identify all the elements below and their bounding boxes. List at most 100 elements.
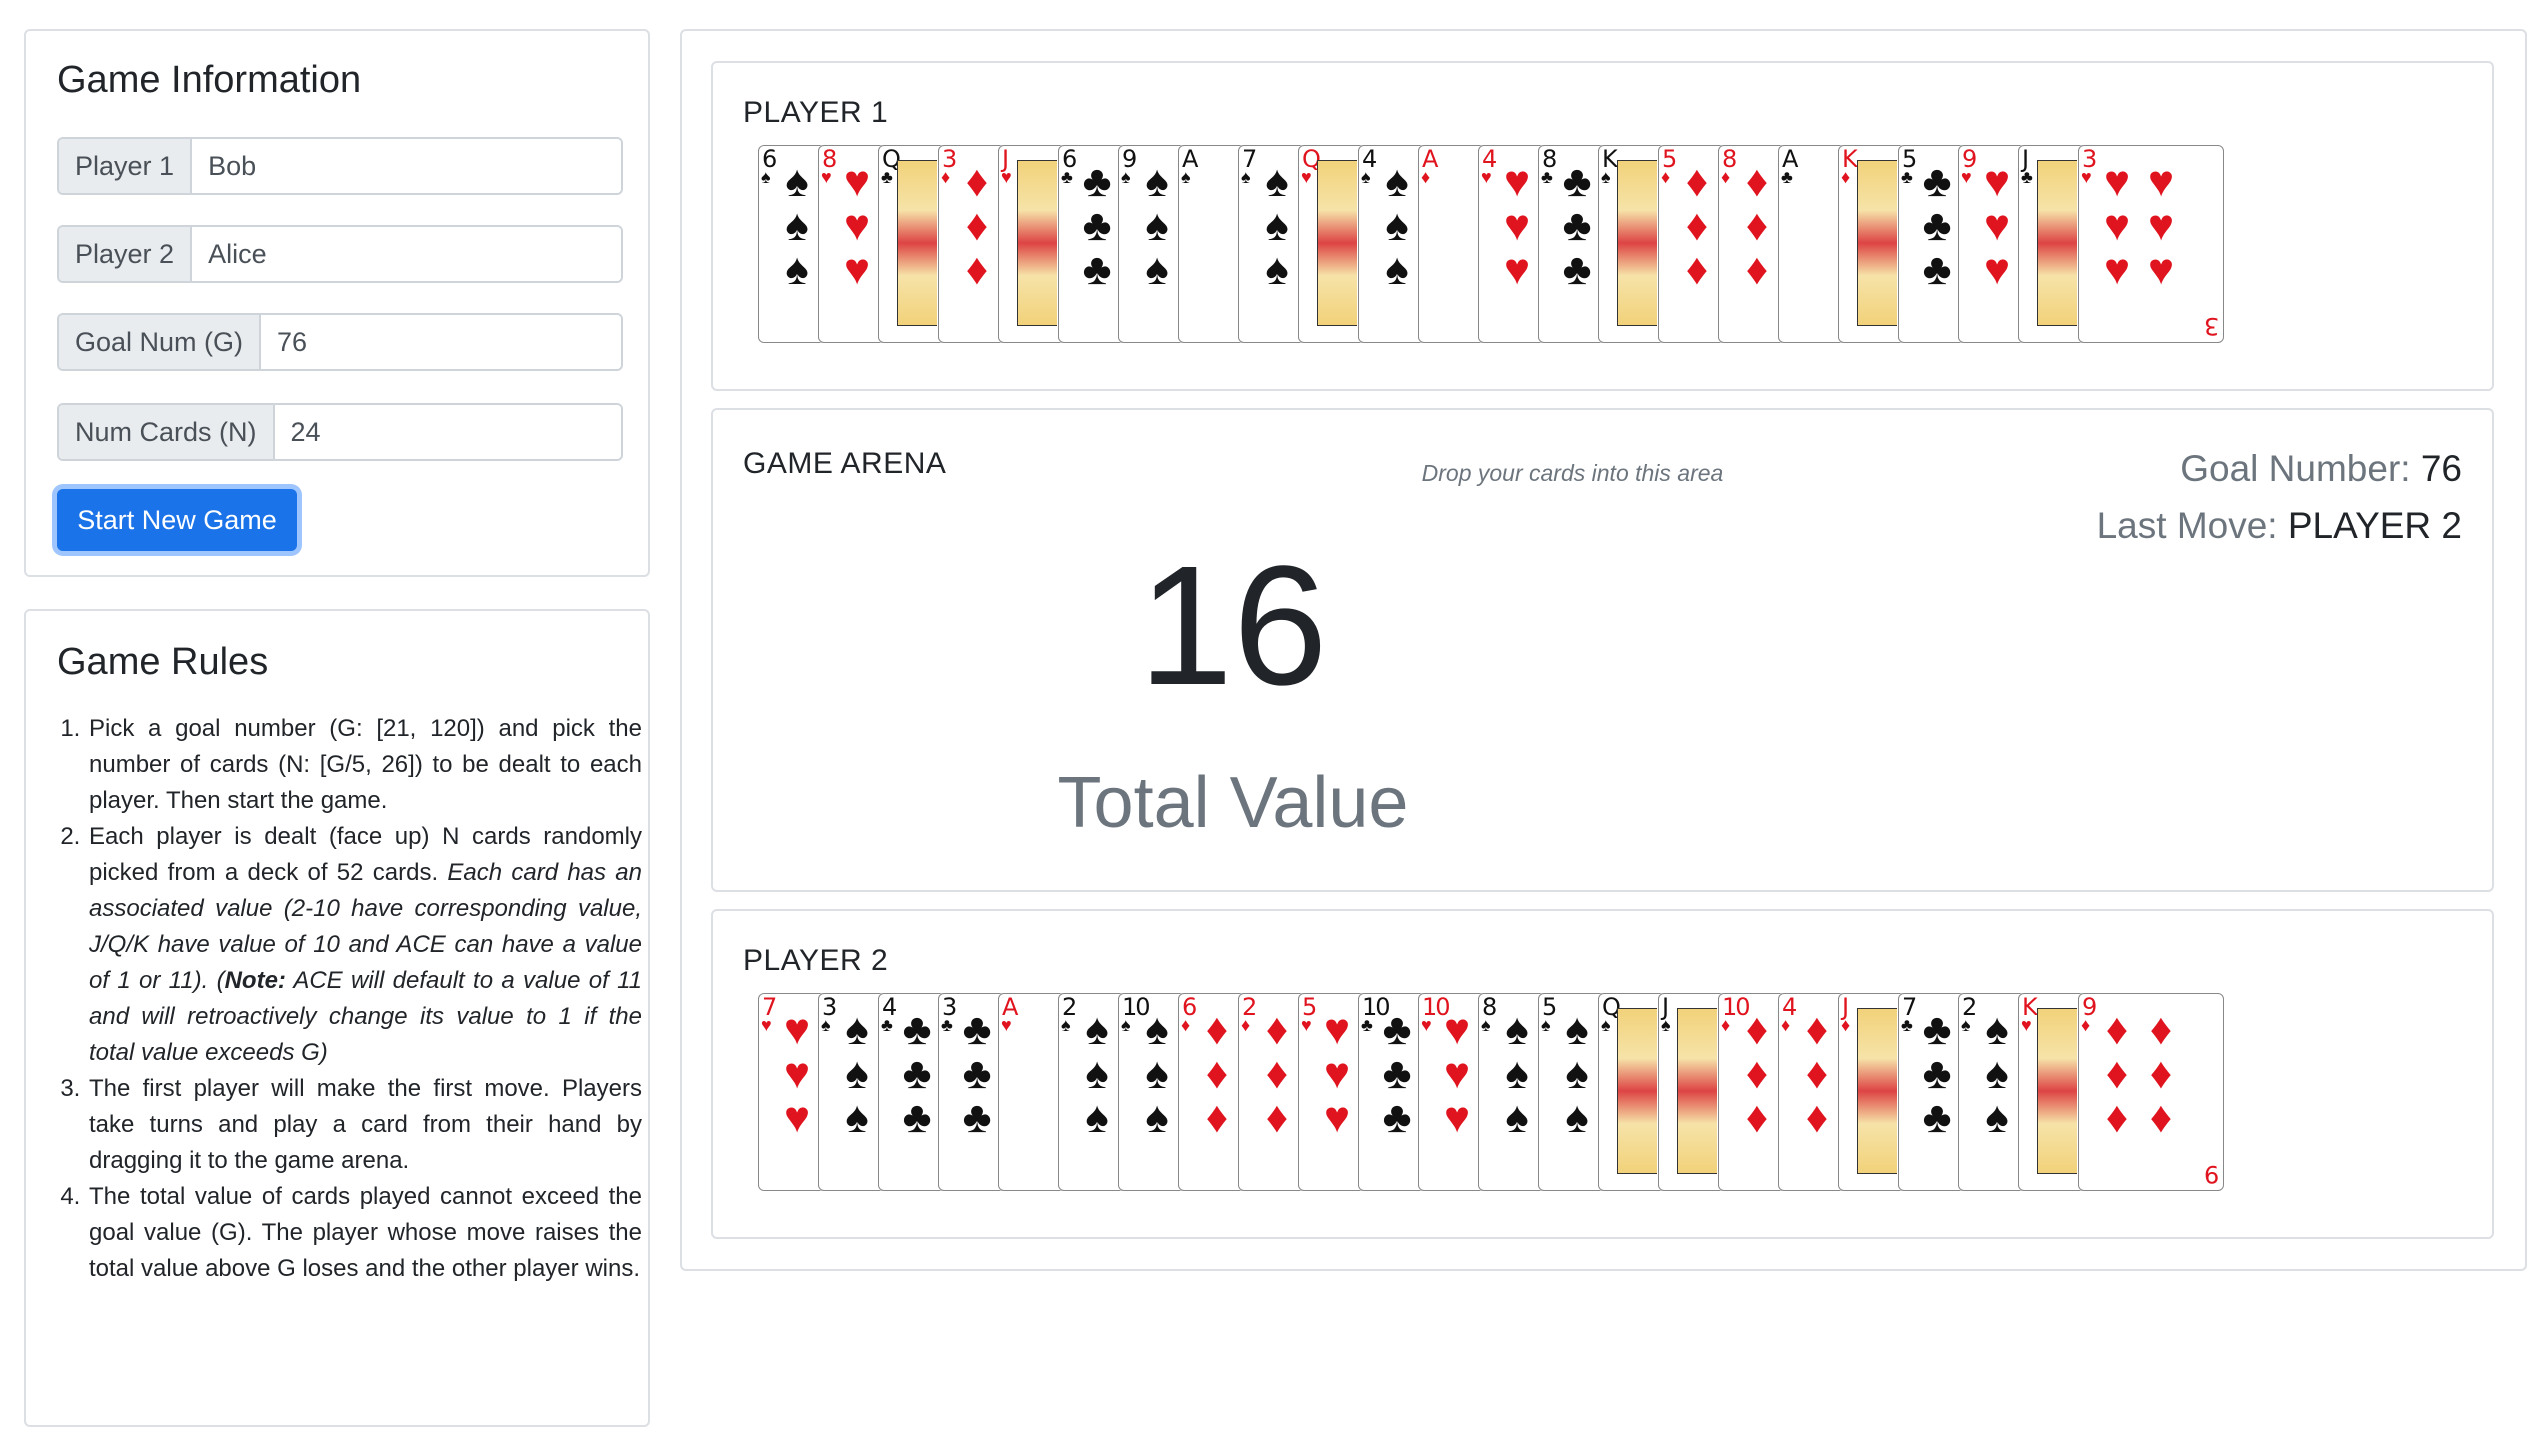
goal-number-label: Goal Number: <box>2180 448 2421 489</box>
card-pip-icon: ♦ <box>1805 1005 1829 1054</box>
card-pip-icon: ♥ <box>2147 201 2175 250</box>
last-move-display: Last Move: PLAYER 2 <box>2097 505 2462 547</box>
card-suit-icon: ♦ <box>1661 167 1671 187</box>
card-suit-icon: ♦ <box>1421 167 1431 187</box>
card-rank-bottom: 9 <box>2203 1160 2219 1188</box>
card-suit-icon: ♠ <box>1661 1015 1671 1035</box>
total-value-number: 16 <box>1138 531 1328 721</box>
card-pip-icon: ♠ <box>1565 1005 1589 1054</box>
card-pip-icon: ♦ <box>1265 1093 1289 1142</box>
card-pip-icon: ♣ <box>1382 1005 1412 1054</box>
card-suit-icon: ♣ <box>941 1015 953 1035</box>
num-cards-label: Num Cards (N) <box>59 405 275 459</box>
num-cards-input-group: Num Cards (N) <box>57 403 623 461</box>
player1-card[interactable]: 3 ♥ ♥ ♥ ♥ 3 ♥ ♥ ♥ <box>2078 145 2224 343</box>
card-suit-icon: ♥ <box>1301 167 1312 187</box>
card-pip-icon: ♣ <box>902 1005 932 1054</box>
card-pip-icon: ♦ <box>2149 1093 2173 1142</box>
card-pip-icon: ♠ <box>845 1049 869 1098</box>
player2-name-input[interactable] <box>192 227 621 281</box>
card-pip-icon: ♥ <box>783 1093 811 1142</box>
card-pip-icon: ♥ <box>1323 1005 1351 1054</box>
card-pip-icon: ♠ <box>1145 157 1169 206</box>
rule-4: The total value of cards played cannot e… <box>87 1179 642 1287</box>
card-pip-icon: ♦ <box>1265 1005 1289 1054</box>
rule-3: The first player will make the first mov… <box>87 1071 642 1179</box>
card-pip-icon: ♥ <box>2147 245 2175 294</box>
card-pip-icon: ♠ <box>1505 1049 1529 1098</box>
card-pip-icon: ♠ <box>1145 1005 1169 1054</box>
card-pip-icon: ♣ <box>1382 1049 1412 1098</box>
face-card-art <box>2037 1008 2081 1174</box>
card-pip-icon: ♠ <box>1985 1005 2009 1054</box>
card-suit-icon: ♠ <box>1121 1015 1131 1035</box>
card-suit-icon: ♠ <box>1601 167 1611 187</box>
total-value-label: Total Value <box>1057 763 1409 843</box>
card-pip-icon: ♣ <box>1082 245 1112 294</box>
card-pip-icon: ♥ <box>2103 157 2131 206</box>
card-pip-icon: ♦ <box>1205 1093 1229 1142</box>
game-arena-dropzone[interactable]: GAME ARENA Drop your cards into this are… <box>711 408 2494 892</box>
card-pip-icon: ♣ <box>1562 157 1592 206</box>
card-pip-icon: ♥ <box>783 1049 811 1098</box>
card-suit-icon: ♣ <box>881 1015 893 1035</box>
card-suit-icon: ♦ <box>1841 1015 1851 1035</box>
card-pip-icon: ♦ <box>2105 1049 2129 1098</box>
card-pip-icon: ♠ <box>1085 1049 1109 1098</box>
card-suit-icon: ♠ <box>1241 167 1251 187</box>
card-pip-icon: ♦ <box>2105 1093 2129 1142</box>
card-pip-icon: ♥ <box>2147 157 2175 206</box>
game-information-title: Game Information <box>57 59 362 101</box>
player2-label: Player 2 <box>59 227 193 281</box>
card-pip-icon: ♥ <box>1503 245 1531 294</box>
card-pip-icon: ♥ <box>1983 245 2011 294</box>
card-suit-icon: ♦ <box>1841 167 1851 187</box>
card-pip-icon: ♠ <box>1085 1093 1109 1142</box>
card-suit-icon: ♣ <box>1061 167 1073 187</box>
card-pip-icon: ♥ <box>843 157 871 206</box>
card-pip-icon: ♣ <box>1922 157 1952 206</box>
card-pip-icon: ♦ <box>1745 1049 1769 1098</box>
card-pip-icon: ♠ <box>1385 245 1409 294</box>
card-pip-icon: ♠ <box>1985 1093 2009 1142</box>
rule-2-note-label: Note: <box>224 967 286 994</box>
card-suit-icon: ♠ <box>1061 1015 1071 1035</box>
card-pip-icon: ♥ <box>1503 201 1531 250</box>
goal-number-display: Goal Number: 76 <box>2180 448 2462 490</box>
card-suit-icon: ♣ <box>1901 167 1913 187</box>
card-pip-icon: ♠ <box>1505 1005 1529 1054</box>
card-suit-icon: ♠ <box>1961 1015 1971 1035</box>
card-suit-icon: ♥ <box>821 167 832 187</box>
card-pip-icon: ♠ <box>1145 201 1169 250</box>
card-pip-icon: ♦ <box>1265 1049 1289 1098</box>
card-pip-icon: ♣ <box>962 1005 992 1054</box>
game-rules-title: Game Rules <box>57 641 269 683</box>
card-suit-icon: ♦ <box>1781 1015 1791 1035</box>
card-pip-icon: ♦ <box>1205 1049 1229 1098</box>
player2-hand: 7 ♥ ♥ ♥ ♥ 3 ♠ ♠ ♠ ♠ 4 ♣ ♣ ♣ ♣ 3 ♣ ♣ ♣ ♣ A ♥ 2 ♠ ♠ ♠ ♠ 10 ♠ ♠ ♠ ♠ 6 ♦ ♦ ♦ ♦ 2 ♦… <box>758 993 2224 1193</box>
game-information-panel: Game Information Player 1 Player 2 Goal … <box>24 29 650 577</box>
last-move-label: Last Move: <box>2096 505 2288 546</box>
card-suit-icon: ♠ <box>821 1015 831 1035</box>
card-pip-icon: ♦ <box>1745 1005 1769 1054</box>
card-pip-icon: ♥ <box>843 201 871 250</box>
card-pip-icon: ♦ <box>1685 157 1709 206</box>
card-pip-icon: ♥ <box>1503 157 1531 206</box>
card-pip-icon: ♣ <box>962 1049 992 1098</box>
card-pip-icon: ♦ <box>1745 201 1769 250</box>
card-pip-icon: ♥ <box>2103 201 2131 250</box>
card-suit-icon: ♦ <box>1181 1015 1191 1035</box>
game-rules-panel: Game Rules Pick a goal number (G: [21, 1… <box>24 609 650 1427</box>
num-cards-input[interactable] <box>274 405 621 459</box>
card-suit-icon: ♣ <box>2021 167 2033 187</box>
card-pip-icon: ♠ <box>1385 157 1409 206</box>
start-new-game-button[interactable]: Start New Game <box>57 489 297 551</box>
card-pip-icon: ♦ <box>1745 245 1769 294</box>
card-pip-icon: ♣ <box>1922 245 1952 294</box>
card-pip-icon: ♣ <box>902 1049 932 1098</box>
goal-num-input[interactable] <box>261 315 621 369</box>
player2-card[interactable]: 9 ♦ ♦ ♦ ♦ 9 ♦ ♦ ♦ <box>2078 993 2224 1191</box>
card-pip-icon: ♦ <box>1745 157 1769 206</box>
player1-name-input[interactable] <box>192 139 621 193</box>
card-suit-icon: ♦ <box>2081 1015 2091 1035</box>
